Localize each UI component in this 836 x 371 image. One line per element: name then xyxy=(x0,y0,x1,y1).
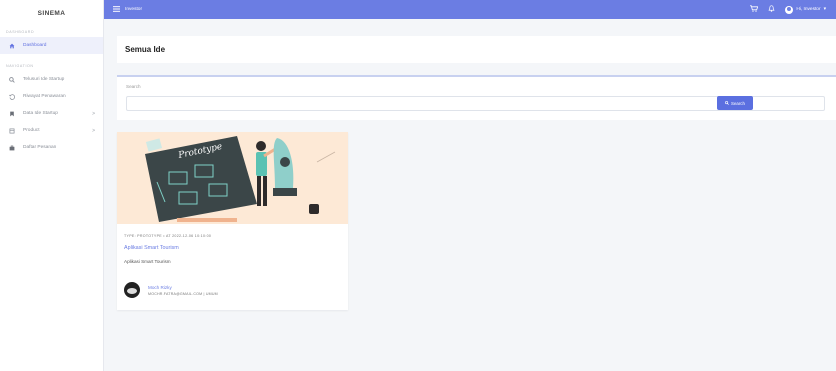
avatar xyxy=(124,282,140,298)
sidebar-item-riwayat[interactable]: Riwayat Penawaran xyxy=(0,88,103,105)
sidebar-item-label: Product xyxy=(23,128,40,133)
user-greeting: Hi, Investor xyxy=(796,7,821,12)
history-icon xyxy=(7,93,17,100)
box-icon xyxy=(7,128,17,134)
author-name-link[interactable]: Moch Rizky xyxy=(148,284,218,291)
cart-icon[interactable] xyxy=(750,5,759,14)
search-icon xyxy=(725,100,729,106)
sidebar-item-label: Daftar Pesanan xyxy=(23,145,57,150)
briefcase-icon xyxy=(7,145,17,151)
bell-icon[interactable] xyxy=(768,5,775,14)
hamburger-menu-icon[interactable] xyxy=(113,5,120,14)
bookmark-icon xyxy=(7,111,17,117)
user-role-label: Investor xyxy=(125,7,143,12)
chevron-right-icon: > xyxy=(92,127,95,134)
search-panel: Search Search xyxy=(117,75,836,120)
sidebar-item-telusuri[interactable]: Telusuri Ide Startup xyxy=(0,71,103,88)
search-button-label: Search xyxy=(731,100,745,106)
page-header: Semua Ide xyxy=(117,36,836,63)
page-title: Semua Ide xyxy=(125,45,166,54)
author-email: MOCHR.FATRA@GMAIL.COM | UMUM xyxy=(148,291,218,296)
avatar xyxy=(785,5,794,14)
sidebar-item-product[interactable]: Product > xyxy=(0,122,103,139)
brand-logo[interactable]: SINEMA xyxy=(0,0,103,26)
section-label-navigation: NAVIGATION xyxy=(6,64,34,68)
idea-meta: TYPE: PROTOTYPE • AT 2022-12-06 10:10:00 xyxy=(124,234,212,238)
chevron-right-icon: > xyxy=(92,110,95,117)
sidebar-item-label: Telusuri Ide Startup xyxy=(23,77,65,82)
chevron-down-icon: ▾ xyxy=(823,7,826,12)
idea-card[interactable]: Prototype TYPE: PROTOTYPE • AT 2022-12-0… xyxy=(117,132,348,310)
idea-author: Moch Rizky MOCHR.FATRA@GMAIL.COM | UMUM xyxy=(124,282,218,298)
sidebar-item-dashboard[interactable]: Dashboard xyxy=(0,37,103,54)
search-icon xyxy=(7,76,17,83)
user-menu[interactable]: Hi, Investor ▾ xyxy=(785,5,826,14)
idea-title-link[interactable]: Aplikasi Smart Tourism xyxy=(124,245,179,251)
top-navbar: Investor Hi, Investor ▾ xyxy=(104,0,836,19)
sidebar-item-daftar-pesanan[interactable]: Daftar Pesanan xyxy=(0,139,103,156)
sidebar-item-label: Dashboard xyxy=(23,43,47,48)
search-label: Search xyxy=(126,84,141,89)
idea-description: Aplikasi Smart Tourism xyxy=(124,259,171,264)
home-icon xyxy=(7,43,17,49)
sidebar-item-label: Riwayat Penawaran xyxy=(23,94,66,99)
idea-thumbnail[interactable]: Prototype xyxy=(117,132,348,224)
sidebar: SINEMA DASHBOARD Dashboard NAVIGATION Te… xyxy=(0,0,104,371)
section-label-dashboard: DASHBOARD xyxy=(6,30,35,34)
sidebar-item-data-ide[interactable]: Data Ide Startup > xyxy=(0,105,103,122)
sidebar-item-label: Data Ide Startup xyxy=(23,111,58,116)
search-button[interactable]: Search xyxy=(717,96,753,110)
